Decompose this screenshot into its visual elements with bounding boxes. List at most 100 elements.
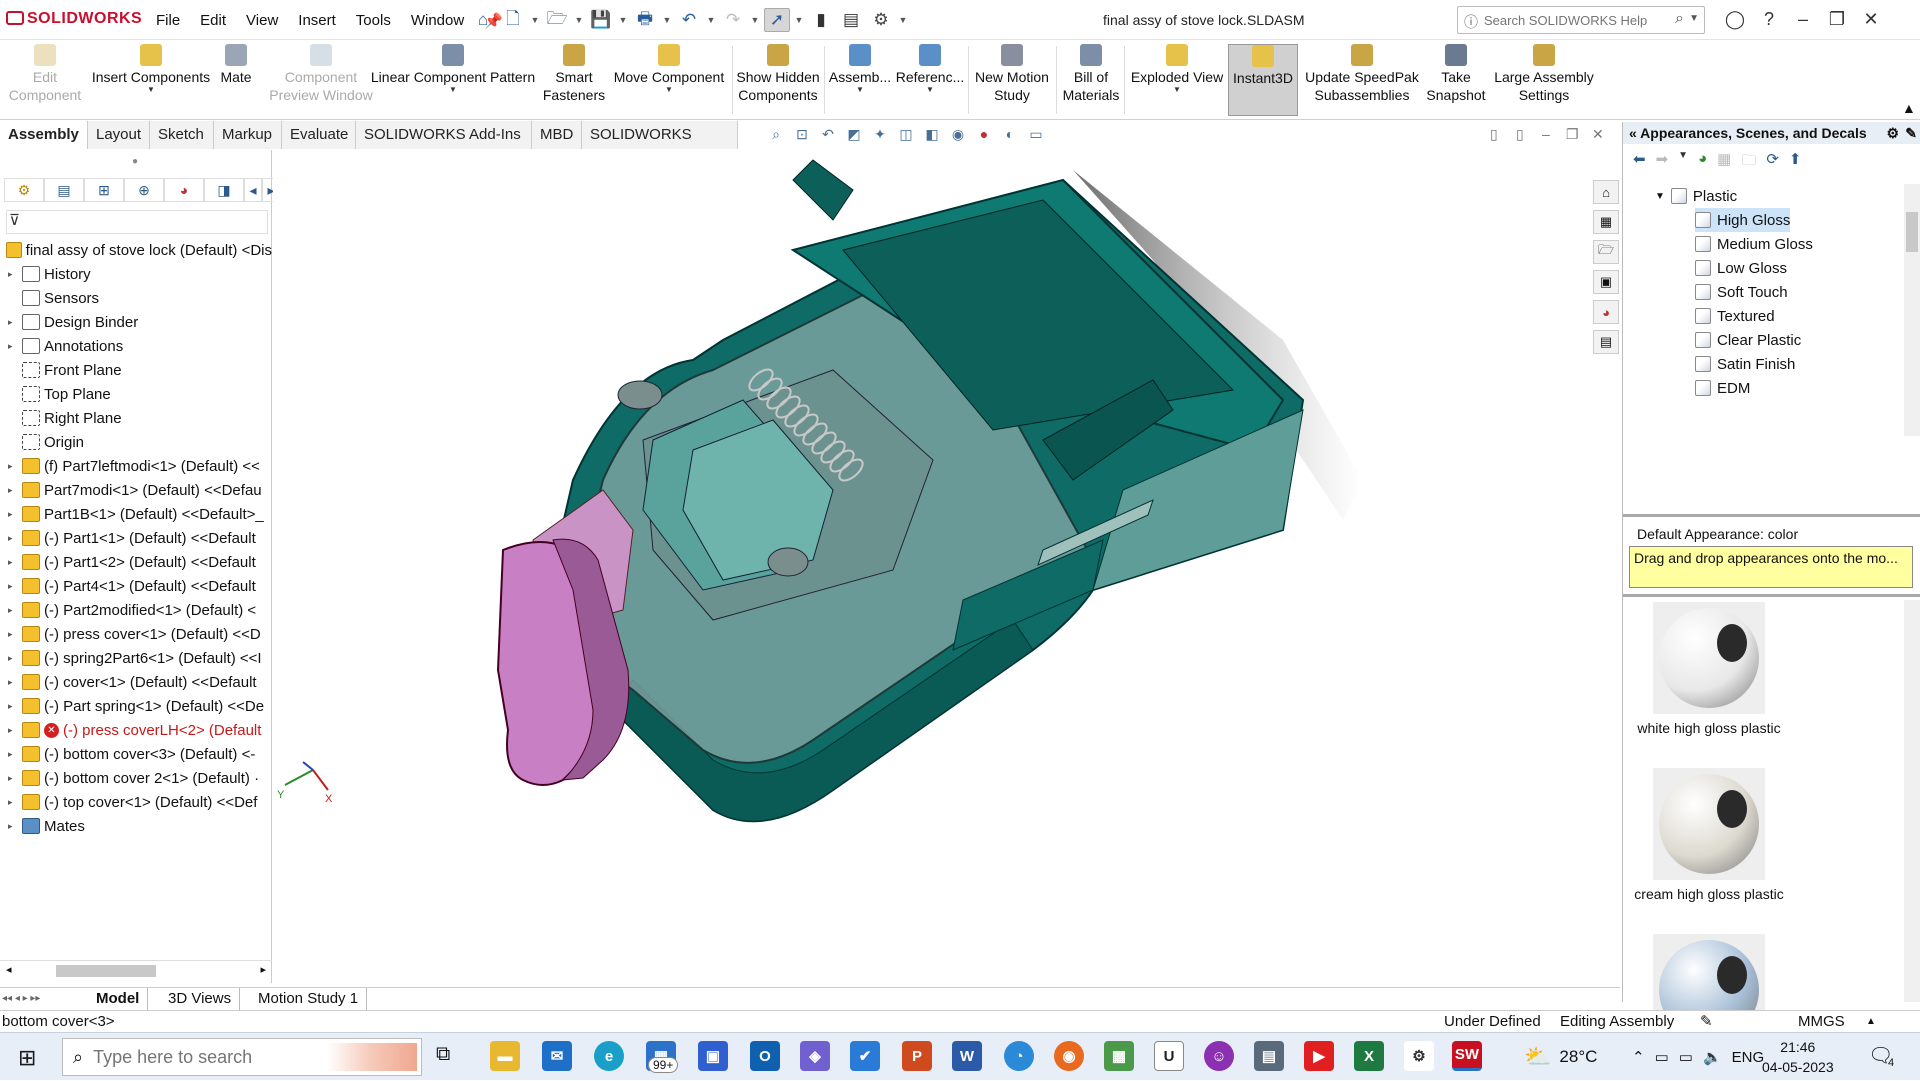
viewport-split-icon[interactable]: ▯ <box>1490 126 1498 143</box>
zoom-to-area-icon[interactable]: ⊡ <box>792 124 812 144</box>
solidworks-app-icon[interactable]: SW <box>1452 1041 1482 1071</box>
volume-icon[interactable]: 🔈 <box>1703 1048 1722 1066</box>
tree-item[interactable]: ▸ (-) Part1<1> (Default) <<Default <box>0 526 272 550</box>
language-indicator[interactable]: ENG <box>1732 1049 1765 1066</box>
chevron-down-icon[interactable]: ▼ <box>898 8 908 32</box>
tree-item[interactable]: ▸ History <box>0 262 272 286</box>
appearance-item[interactable]: Clear Plastic <box>1695 328 1801 352</box>
add-folder-icon[interactable]: 🗀 <box>1741 150 1756 175</box>
rebuild-icon[interactable]: ✎ <box>1700 1011 1713 1033</box>
appearances-tab-icon[interactable]: ◕ <box>1593 300 1619 324</box>
chevron-down-icon[interactable]: ▼ <box>665 86 673 94</box>
file-properties-icon[interactable]: ▤ <box>838 8 864 32</box>
expand-icon[interactable]: ▸ <box>8 677 18 688</box>
tree-scrollbar[interactable] <box>1904 184 1920 436</box>
expand-icon[interactable]: ▸ <box>8 557 18 568</box>
display-manager-tab-icon[interactable]: ◕ <box>164 178 204 202</box>
task-view-icon[interactable]: ⧉ <box>436 1043 450 1066</box>
scroll-left-icon[interactable]: ◂ <box>6 963 12 976</box>
powerpoint-app-icon[interactable]: P <box>902 1041 932 1071</box>
swatch-scrollbar[interactable] <box>1904 600 1920 1002</box>
section-view-icon[interactable]: ◩ <box>844 124 864 144</box>
scroll-right-icon[interactable]: ▸ <box>260 963 266 976</box>
tree-item[interactable]: ▸ (-) spring2Part6<1> (Default) <<I <box>0 646 272 670</box>
mate-button[interactable]: Mate <box>212 44 260 116</box>
expand-icon[interactable]: ▸ <box>8 341 18 352</box>
undo-icon[interactable]: ↶ <box>676 8 702 32</box>
tree-item[interactable]: ▸ (-) bottom cover 2<1> (Default) · <box>0 766 272 790</box>
weather-widget[interactable]: ⛅ 28°C <box>1524 1033 1597 1081</box>
tab-solidworks-add-ins[interactable]: SOLIDWORKS Add-Ins <box>356 121 532 149</box>
design-library-icon[interactable]: ▦ <box>1593 210 1619 234</box>
excel-app-icon[interactable]: X <box>1354 1041 1384 1071</box>
chevron-down-icon[interactable]: ▼ <box>662 8 672 32</box>
display-style-icon[interactable]: ◧ <box>922 124 942 144</box>
expand-icon[interactable]: ▸ <box>8 725 18 736</box>
chevron-down-icon[interactable]: ▼ <box>147 86 155 94</box>
pane-splitter[interactable] <box>1623 514 1920 517</box>
menu-view[interactable]: View <box>236 12 288 30</box>
move-component-button[interactable]: Move Component ▼ <box>608 44 730 116</box>
redo-icon[interactable]: ↷ <box>720 8 746 32</box>
instant3d-button[interactable]: Instant3D <box>1228 44 1298 116</box>
solidworks-logo[interactable]: SOLIDWORKS <box>6 10 142 28</box>
horizontal-scrollbar[interactable]: ◂ ▸ <box>0 960 272 980</box>
menu-insert[interactable]: Insert <box>288 12 346 30</box>
chevron-down-icon[interactable]: ▼ <box>530 8 540 32</box>
scroll-thumb[interactable] <box>1906 212 1918 252</box>
expand-icon[interactable]: ▸ <box>8 749 18 760</box>
todo-app-icon[interactable]: ✔ <box>850 1041 880 1071</box>
assembly-features-button[interactable]: Assemb... ▼ <box>828 44 892 116</box>
exploded-view-button[interactable]: Exploded View ▼ <box>1128 44 1226 116</box>
add-appearance-icon[interactable]: ◕ <box>1698 150 1707 175</box>
options-gear-icon[interactable]: ⚙ <box>868 8 894 32</box>
expand-icon[interactable]: ▸ <box>8 509 18 520</box>
new-motion-study-button[interactable]: New Motion Study <box>970 44 1054 116</box>
custom-properties-icon[interactable]: ▤ <box>1593 330 1619 354</box>
edit-appearance-icon[interactable]: ● <box>974 124 994 144</box>
previous-view-icon[interactable]: ↶ <box>818 124 838 144</box>
windows-start-icon[interactable]: ⊞ <box>18 1045 36 1071</box>
appearance-item[interactable]: Soft Touch <box>1695 280 1788 304</box>
folder-plastic[interactable]: ▼ Plastic <box>1655 184 1737 208</box>
appearance-item[interactable]: High Gloss <box>1695 208 1791 232</box>
chevron-up-icon[interactable]: ⌃ <box>1632 1048 1645 1066</box>
component-preview-window-button[interactable]: Component Preview Window <box>262 44 380 116</box>
dynamic-annotation-icon[interactable]: ✦ <box>870 124 890 144</box>
expand-icon[interactable]: ▸ <box>8 821 18 832</box>
chevron-down-icon[interactable]: ▼ <box>1655 191 1665 202</box>
pane-splitter[interactable] <box>1623 594 1920 597</box>
clock[interactable]: 21:46 04-05-2023 <box>1762 1037 1834 1077</box>
chat-app-icon[interactable]: ☺ <box>1204 1041 1234 1071</box>
youtube-app-icon[interactable]: ▶ <box>1304 1041 1334 1071</box>
forward-icon[interactable]: ➡ <box>1656 150 1669 175</box>
back-icon[interactable]: ⬅ <box>1633 150 1646 175</box>
home-icon[interactable]: ⌂ <box>1593 180 1619 204</box>
viewport-restore-icon[interactable]: ❐ <box>1566 126 1579 143</box>
tree-item[interactable]: ▸ (-) Part spring<1> (Default) <<De <box>0 694 272 718</box>
display-icon[interactable]: ▭ <box>1679 1048 1693 1066</box>
tab-motion-study-1[interactable]: Motion Study 1 <box>250 988 368 1010</box>
tab-mbd[interactable]: MBD <box>532 121 582 149</box>
linear-component-pattern-button[interactable]: Linear Component Pattern ▼ <box>368 44 538 116</box>
expand-icon[interactable]: ▸ <box>8 605 18 616</box>
tab-scroll-left-icon[interactable]: ◂ <box>244 178 262 202</box>
tree-item[interactable]: Top Plane <box>0 382 272 406</box>
tab-solidworks-cam[interactable]: SOLIDWORKS CAM <box>582 121 738 171</box>
restore-button[interactable]: ❐ <box>1820 6 1854 32</box>
tab-layout[interactable]: Layout <box>88 121 150 149</box>
tab-sketch[interactable]: Sketch <box>150 121 214 149</box>
large-assembly-settings-button[interactable]: Large Assembly Settings <box>1490 44 1598 116</box>
print-icon[interactable]: 🖶 <box>632 8 658 32</box>
copilot-app-icon[interactable]: ◈ <box>800 1041 830 1071</box>
expand-icon[interactable]: ▸ <box>8 773 18 784</box>
viewport-minimize-icon[interactable]: – <box>1542 126 1550 142</box>
u-app-icon[interactable]: U <box>1154 1041 1184 1071</box>
tree-item[interactable]: ▸ (-) Part2modified<1> (Default) < <box>0 598 272 622</box>
minimize-button[interactable]: – <box>1786 6 1820 32</box>
menu-window[interactable]: Window <box>401 12 474 30</box>
word-app-icon[interactable]: W <box>952 1041 982 1071</box>
taskbar-search[interactable]: ⌕ <box>62 1038 422 1076</box>
home-icon[interactable]: ⌂ <box>470 8 496 32</box>
select-pointer-icon[interactable]: ➚ <box>764 8 790 32</box>
